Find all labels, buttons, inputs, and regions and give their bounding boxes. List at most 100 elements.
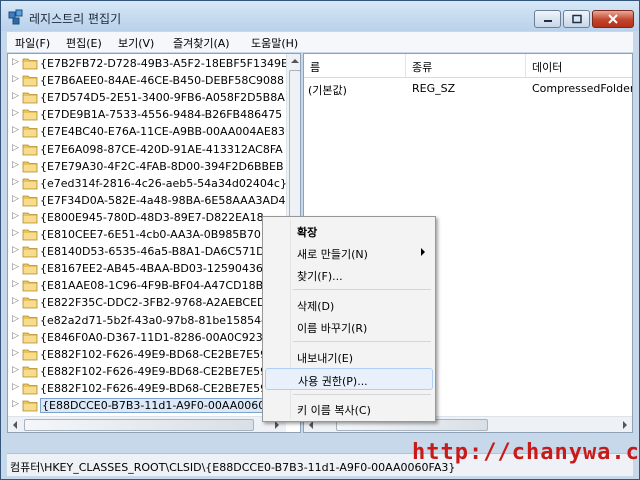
maximize-icon: [571, 14, 582, 24]
menu-rename[interactable]: 이름 바꾸기(R): [265, 316, 433, 338]
tree-item-label[interactable]: {E7B2FB72-D728-49B3-A5F2-18EBF5F1349E: [40, 57, 288, 70]
expand-arrow-icon[interactable]: ▷: [12, 365, 19, 375]
value-type[interactable]: REG_SZ: [412, 82, 455, 95]
tree-horizontal-scrollbar[interactable]: [8, 416, 286, 432]
column-header-name[interactable]: 름: [304, 54, 406, 78]
tree-item[interactable]: ▷ {E7E6A098-87CE-420D-91AE-413312AC8FA: [8, 141, 286, 158]
tree-item[interactable]: ▷ {E7E79A30-4F2C-4FAB-8D00-394F2D6BBEB: [8, 158, 286, 175]
tree-item-label[interactable]: {E882F102-F626-49E9-BD68-CE2BE7E59: [40, 365, 267, 378]
tree-item-label[interactable]: {E846F0A0-D367-11D1-8286-00A0C923: [40, 331, 263, 344]
expand-arrow-icon[interactable]: ▷: [12, 314, 19, 324]
expand-arrow-icon[interactable]: ▷: [12, 262, 19, 272]
folder-icon: [22, 229, 38, 241]
tree-item[interactable]: ▷ {E882F102-F626-49E9-BD68-CE2BE7E59: [8, 380, 286, 397]
tree-item[interactable]: ▷ {E7E4BC40-E76A-11CE-A9BB-00AA004AE83: [8, 123, 286, 140]
tree-item-label[interactable]: {e82a2d71-5b2f-43a0-97b8-81be15854c: [40, 314, 267, 327]
tree-item[interactable]: ▷ {E882F102-F626-49E9-BD68-CE2BE7E59: [8, 346, 286, 363]
tree-item[interactable]: ▷ {E810CEE7-6E51-4cb0-AA3A-0B985B70: [8, 226, 286, 243]
tree-item[interactable]: ▷ {E822F35C-DDC2-3FB2-9768-A2AEBCED: [8, 294, 286, 311]
scroll-right-icon[interactable]: [622, 421, 628, 429]
menu-view[interactable]: 보기(V): [118, 35, 154, 51]
tree-item[interactable]: ▷ {E88DCCE0-B7B3-11d1-A9F0-00AA0060FA3: [8, 397, 288, 414]
tree-item-label[interactable]: {E88DCCE0-B7B3-11d1-A9F0-00AA0060FA3: [40, 398, 288, 413]
expand-arrow-icon[interactable]: ▷: [12, 194, 19, 204]
watermark-text: http://chanywa.com: [412, 440, 640, 465]
tree-item-label[interactable]: {E7E79A30-4F2C-4FAB-8D00-394F2D6BBEB: [40, 160, 284, 173]
tree-item[interactable]: ▷ {e7ed314f-2816-4c26-aeb5-54a34d02404c}: [8, 175, 287, 192]
expand-arrow-icon[interactable]: ▷: [12, 331, 19, 341]
tree-item[interactable]: ▷ {E882F102-F626-49E9-BD68-CE2BE7E59: [8, 363, 286, 380]
value-data[interactable]: CompressedFolder: [532, 82, 632, 95]
tree-item-label[interactable]: {E7D574D5-2E51-3400-9FB6-A058F2D5B8A: [40, 91, 285, 104]
expand-arrow-icon[interactable]: ▷: [12, 399, 19, 409]
tree-item[interactable]: ▷ {E81AAE08-1C96-4F9B-BF04-A47CD18B: [8, 277, 286, 294]
tree-item-label[interactable]: {E7F34D0A-582E-4a48-98BA-6E58AAA3AD4: [40, 194, 286, 207]
tree-item-label[interactable]: {e7ed314f-2816-4c26-aeb5-54a34d02404c}: [40, 177, 287, 190]
tree-item[interactable]: ▷ {e82a2d71-5b2f-43a0-97b8-81be15854c: [8, 312, 286, 329]
expand-arrow-icon[interactable]: ▷: [12, 296, 19, 306]
expand-arrow-icon[interactable]: ▷: [12, 245, 19, 255]
title-bar[interactable]: 레지스트리 편집기: [1, 1, 639, 31]
expand-arrow-icon[interactable]: ▷: [12, 382, 19, 392]
tree-item-label[interactable]: {E7E6A098-87CE-420D-91AE-413312AC8FA: [40, 143, 283, 156]
column-header-data[interactable]: 데이터: [526, 54, 632, 78]
menu-export[interactable]: 내보내기(E): [265, 346, 433, 368]
tree-item-label[interactable]: {E8140D53-6535-46a5-B8A1-DA6C571D: [40, 245, 265, 258]
tree-hscroll-thumb[interactable]: [24, 419, 254, 431]
menu-favorites[interactable]: 즐겨찾기(A): [173, 35, 230, 51]
folder-icon: [22, 349, 38, 361]
menu-copy-key-name[interactable]: 키 이름 복사(C): [265, 398, 433, 420]
expand-arrow-icon[interactable]: ▷: [12, 125, 19, 135]
menu-permissions[interactable]: 사용 권한(P)...: [265, 368, 433, 390]
tree-item-label[interactable]: {E822F35C-DDC2-3FB2-9768-A2AEBCED: [40, 296, 266, 309]
tree-item-label[interactable]: {E7DE9B1A-7533-4556-9484-B26FB486475: [40, 108, 282, 121]
tree-item-label[interactable]: {E882F102-F626-49E9-BD68-CE2BE7E59: [40, 348, 267, 361]
tree-item[interactable]: ▷ {E8167EE2-AB45-4BAA-BD03-12590436: [8, 260, 286, 277]
expand-arrow-icon[interactable]: ▷: [12, 160, 19, 170]
expand-arrow-icon[interactable]: ▷: [12, 228, 19, 238]
tree-item[interactable]: ▷ {E800E945-780D-48D3-89E7-D822EA18: [8, 209, 286, 226]
expand-arrow-icon[interactable]: ▷: [12, 57, 19, 67]
expand-arrow-icon[interactable]: ▷: [12, 143, 19, 153]
scroll-left-icon[interactable]: [308, 421, 314, 429]
maximize-button[interactable]: [563, 10, 590, 28]
menu-edit[interactable]: 편집(E): [66, 35, 102, 51]
tree-item-label[interactable]: {E810CEE7-6E51-4cb0-AA3A-0B985B70: [40, 228, 261, 241]
tree-item[interactable]: ▷ {E7F34D0A-582E-4a48-98BA-6E58AAA3AD4: [8, 192, 286, 209]
expand-arrow-icon[interactable]: ▷: [12, 348, 19, 358]
expand-arrow-icon[interactable]: ▷: [12, 91, 19, 101]
scroll-left-icon[interactable]: [12, 421, 18, 429]
minimize-button[interactable]: [534, 10, 561, 28]
column-header-type[interactable]: 종류: [406, 54, 526, 78]
scroll-right-icon[interactable]: [274, 421, 280, 429]
tree-item-label[interactable]: {E8167EE2-AB45-4BAA-BD03-12590436: [40, 262, 263, 275]
tree-item[interactable]: ▷ {E7B6AEE0-84AE-46CE-B450-DEBF58C9088: [8, 72, 286, 89]
menu-help[interactable]: 도움말(H): [251, 35, 298, 51]
tree-item-label[interactable]: {E81AAE08-1C96-4F9B-BF04-A47CD18B: [40, 279, 263, 292]
expand-arrow-icon[interactable]: ▷: [12, 177, 19, 187]
expand-arrow-icon[interactable]: ▷: [12, 108, 19, 118]
tree-item-label[interactable]: {E7E4BC40-E76A-11CE-A9BB-00AA004AE83: [40, 125, 285, 138]
tree-item-label[interactable]: {E882F102-F626-49E9-BD68-CE2BE7E59: [40, 382, 267, 395]
expand-arrow-icon[interactable]: ▷: [12, 279, 19, 289]
menu-file[interactable]: 파일(F): [15, 35, 50, 51]
expand-arrow-icon[interactable]: ▷: [12, 74, 19, 84]
tree-item[interactable]: ▷ {E846F0A0-D367-11D1-8286-00A0C923: [8, 329, 286, 346]
folder-icon: [22, 58, 38, 70]
menu-expand[interactable]: 확장: [265, 220, 433, 242]
tree-item-label[interactable]: {E7B6AEE0-84AE-46CE-B450-DEBF58C9088: [40, 74, 284, 87]
menu-new[interactable]: 새로 만들기(N): [265, 242, 433, 264]
folder-icon: [22, 400, 38, 412]
scroll-up-icon[interactable]: [291, 58, 299, 64]
expand-arrow-icon[interactable]: ▷: [12, 211, 19, 221]
tree-item[interactable]: ▷ {E7DE9B1A-7533-4556-9484-B26FB486475: [8, 106, 286, 123]
key-tree-pane[interactable]: ▷ {E88DCCE0-B7B3-11d1-A9F0-00AA0060FA3 ▷ {E…: [7, 53, 301, 433]
close-button[interactable]: [592, 10, 634, 28]
tree-item[interactable]: ▷ {E7B2FB72-D728-49B3-A5F2-18EBF5F1349E: [8, 55, 288, 72]
tree-item-label[interactable]: {E800E945-780D-48D3-89E7-D822EA18: [40, 211, 264, 224]
menu-delete[interactable]: 삭제(D): [265, 294, 433, 316]
tree-item[interactable]: ▷ {E8140D53-6535-46a5-B8A1-DA6C571D: [8, 243, 286, 260]
value-name[interactable]: (기본값): [308, 82, 347, 98]
tree-item[interactable]: ▷ {E7D574D5-2E51-3400-9FB6-A058F2D5B8A: [8, 89, 286, 106]
menu-find[interactable]: 찾기(F)...: [265, 264, 433, 286]
